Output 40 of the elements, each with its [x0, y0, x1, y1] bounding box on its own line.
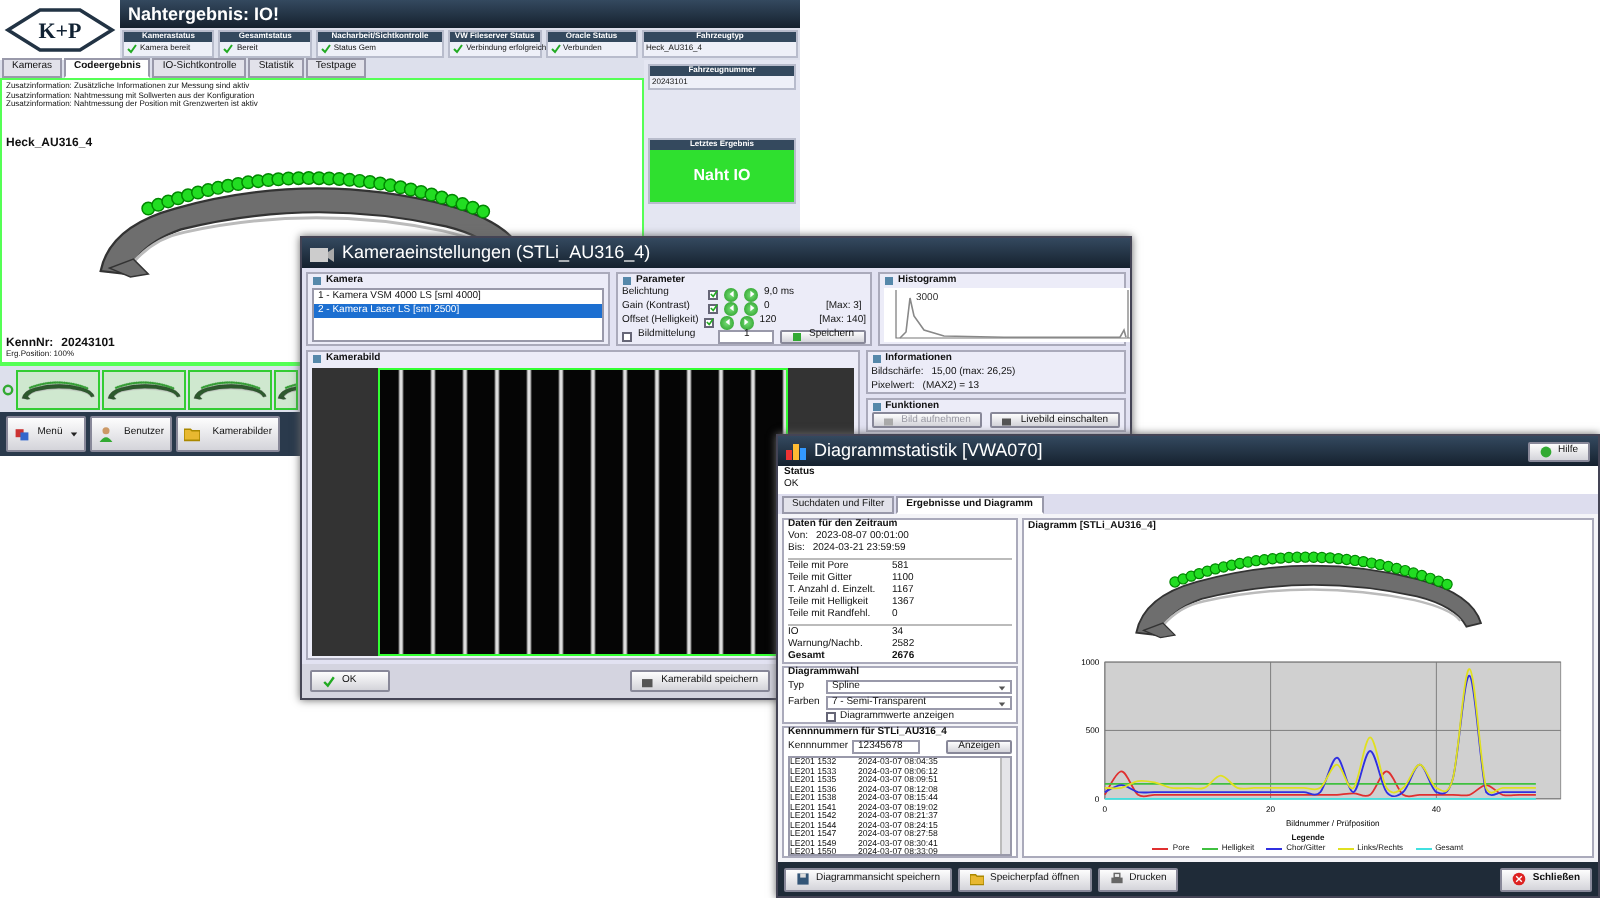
result-indicator: Naht IO [650, 149, 794, 202]
check-icon [126, 43, 138, 54]
bar-chart-icon [786, 442, 806, 460]
part-drawing [192, 376, 268, 402]
checkbox[interactable] [708, 303, 718, 314]
close-icon [1512, 872, 1527, 886]
thumbnail[interactable] [16, 369, 100, 409]
window-title: Kameraeinstellungen (STLi_AU316_4) [342, 242, 651, 264]
panel-icon [622, 276, 632, 287]
thumbnail[interactable] [188, 369, 272, 409]
increase-button[interactable] [744, 287, 758, 302]
part-drawing [106, 376, 182, 402]
thumbnail[interactable] [274, 369, 298, 409]
caret-icon [69, 430, 78, 438]
checkbox[interactable] [708, 289, 718, 300]
part-drawing [20, 376, 96, 402]
panel-icon [884, 276, 894, 287]
window-title: Nahtergebnis: IO! [120, 0, 800, 28]
check-icon [222, 43, 235, 54]
menu-icon [14, 426, 30, 442]
check-icon [452, 43, 465, 54]
panel-icon [312, 354, 322, 365]
checkbox[interactable] [826, 712, 836, 723]
decrease-button[interactable] [724, 287, 738, 302]
user-icon [98, 426, 114, 442]
scrollbar[interactable] [1000, 758, 1010, 854]
folder-icon [184, 426, 200, 442]
checkbox[interactable] [704, 317, 715, 328]
printer-icon [1109, 872, 1124, 886]
thumbnail[interactable] [102, 369, 186, 409]
check-icon [549, 43, 562, 54]
decrease-button[interactable] [720, 315, 735, 330]
check-icon [322, 675, 336, 687]
increase-button[interactable] [740, 315, 754, 330]
increase-button[interactable] [744, 301, 758, 316]
decrease-button[interactable] [724, 301, 738, 316]
window-title: Diagrammstatistik [VWA070] [814, 440, 1043, 462]
check-icon [319, 43, 332, 54]
folder-icon [969, 872, 984, 886]
checkbox[interactable] [622, 331, 632, 342]
